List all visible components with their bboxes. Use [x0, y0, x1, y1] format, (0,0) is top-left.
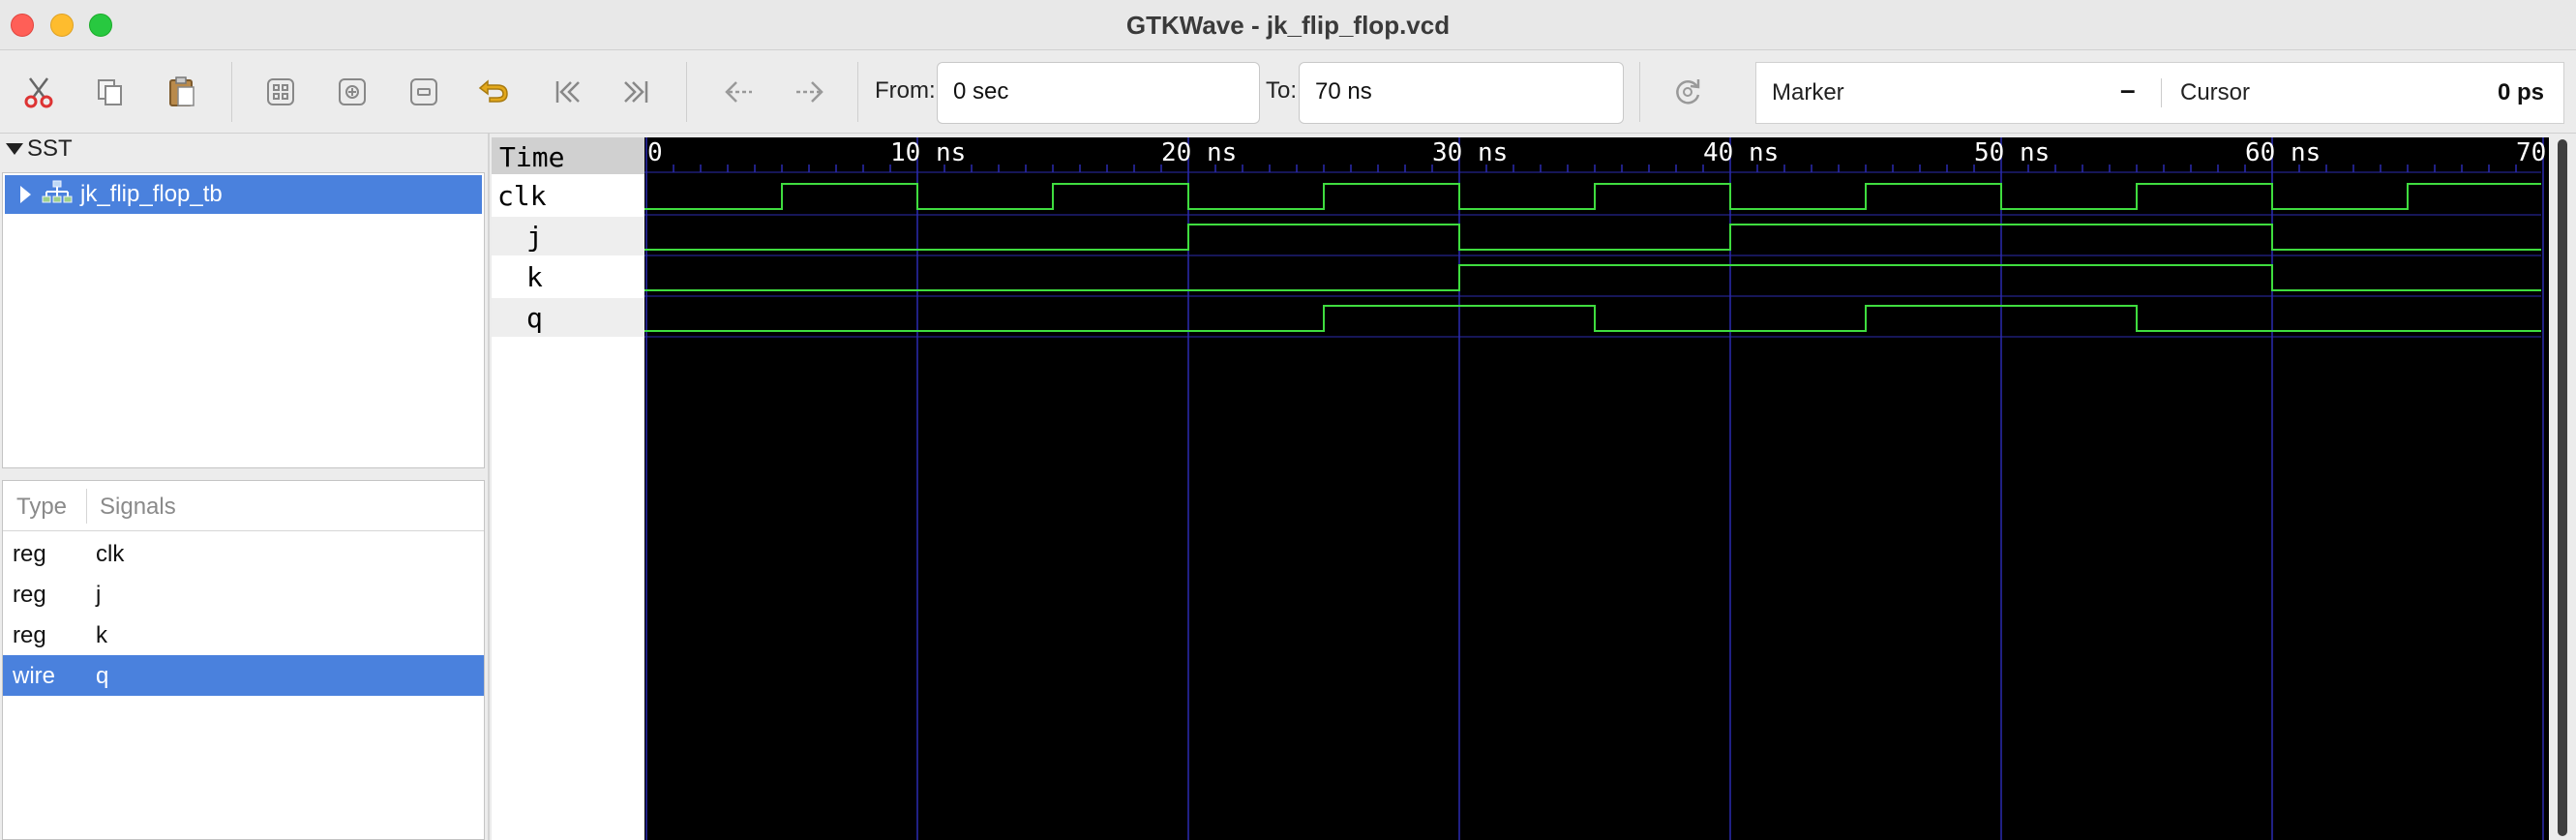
time-header-label: Time	[499, 141, 565, 173]
wave-name-label: clk	[497, 180, 547, 212]
copy-icon[interactable]	[91, 73, 130, 111]
sst-expander-icon[interactable]	[6, 143, 23, 155]
ruler-tick-label: 70	[2516, 138, 2546, 167]
marker-value: –	[2120, 75, 2136, 105]
tree-item-jk-flip-flop-tb[interactable]: jk_flip_flop_tb	[5, 175, 482, 214]
signals-list-header: Type Signals	[3, 481, 484, 531]
toolbar-separator	[1639, 62, 1640, 122]
paste-icon[interactable]	[163, 73, 201, 111]
wave-name-k[interactable]: k	[492, 257, 644, 296]
zoom-fit-icon[interactable]	[261, 73, 300, 111]
signal-row-clk[interactable]: reg clk	[3, 533, 484, 574]
signal-name: j	[96, 582, 102, 608]
wave-name-q[interactable]: q	[492, 298, 644, 337]
window-title: GTKWave - jk_flip_flop.vcd	[1125, 11, 1451, 40]
zoom-in-icon[interactable]	[333, 73, 372, 111]
ruler-tick-label: 40 ns	[1703, 138, 1779, 167]
cursor-label: Cursor	[2180, 79, 2251, 105]
zoom-out-icon[interactable]	[404, 73, 443, 111]
zoom-end-icon[interactable]	[617, 73, 656, 111]
signal-type: reg	[13, 582, 46, 608]
to-label: To:	[1266, 77, 1298, 104]
toolbar: From: 0 sec To: 70 ns Marker – Cursor 0 …	[0, 50, 2576, 134]
ruler-tick-label: 10 ns	[890, 138, 966, 167]
vertical-scrollbar[interactable]	[2549, 137, 2576, 840]
signal-type: wire	[13, 663, 56, 689]
column-divider	[86, 489, 87, 524]
sst-tree-view[interactable]: jk_flip_flop_tb	[2, 172, 485, 468]
trace-j	[644, 224, 2541, 251]
ruler-tick-label: 30 ns	[1432, 138, 1508, 167]
from-label: From:	[875, 77, 936, 104]
signal-name: q	[96, 663, 109, 689]
module-hierarchy-icon	[42, 179, 73, 213]
wave-name-clk[interactable]: clk	[492, 176, 644, 215]
cut-icon[interactable]	[19, 73, 58, 111]
vertical-scrollbar-thumb[interactable]	[2558, 139, 2567, 836]
trace-clk	[644, 183, 2541, 210]
cursor-value: 0 ps	[2497, 79, 2544, 105]
sst-header[interactable]	[0, 134, 488, 168]
signal-row-q[interactable]: wire q	[3, 655, 484, 696]
marker-label: Marker	[1772, 79, 1844, 105]
signal-name: k	[96, 622, 107, 648]
signal-row-k[interactable]: reg k	[3, 615, 484, 655]
toolbar-separator	[857, 62, 858, 122]
wave-name-j[interactable]: j	[492, 217, 644, 255]
undo-zoom-icon[interactable]	[474, 73, 513, 111]
waveform-canvas[interactable]: 0 10 ns 20 ns 30 ns 40 ns 50 ns 60 ns 70	[644, 137, 2549, 840]
title-bar: GTKWave - jk_flip_flop.vcd	[0, 0, 2576, 50]
wave-name-label: q	[526, 302, 543, 334]
from-time-input[interactable]: 0 sec	[937, 62, 1260, 124]
reload-icon[interactable]	[1668, 73, 1707, 111]
find-prev-edge-icon[interactable]	[720, 73, 759, 111]
ruler-tick-label: 0	[647, 138, 663, 167]
zoom-start-icon[interactable]	[548, 73, 586, 111]
waveform-view[interactable]: 0 10 ns 20 ns 30 ns 40 ns 50 ns 60 ns 70	[644, 137, 2549, 840]
column-header-signals[interactable]: Signals	[100, 494, 176, 521]
signals-list[interactable]: Type Signals reg clk reg j reg k wire q	[2, 480, 485, 840]
pane-splitter[interactable]	[488, 134, 490, 840]
signal-row-j[interactable]: reg j	[3, 574, 484, 615]
marker-cursor-display: Marker – Cursor 0 ps	[1755, 62, 2564, 124]
wave-name-label: k	[526, 261, 543, 293]
tree-item-label: jk_flip_flop_tb	[80, 181, 223, 207]
to-time-input[interactable]: 70 ns	[1299, 62, 1624, 124]
signal-name: clk	[96, 541, 125, 567]
time-header: Time	[492, 137, 644, 174]
ruler-tick-label: 50 ns	[1974, 138, 2050, 167]
toolbar-separator	[686, 62, 687, 122]
find-next-edge-icon[interactable]	[790, 73, 828, 111]
signal-type: reg	[13, 622, 46, 648]
column-header-type[interactable]: Type	[16, 494, 67, 521]
marker-cursor-divider	[2161, 78, 2162, 107]
signal-type: reg	[13, 541, 46, 567]
wave-signal-names[interactable]: Time clk j k q	[492, 137, 644, 840]
trace-q	[644, 305, 2541, 332]
wave-name-label: j	[526, 221, 543, 253]
tree-expand-arrow-icon[interactable]	[20, 186, 31, 203]
toolbar-separator	[231, 62, 232, 122]
ruler-tick-label: 20 ns	[1161, 138, 1237, 167]
trace-k	[644, 264, 2541, 291]
sst-title: SST	[27, 135, 73, 162]
ruler-tick-label: 60 ns	[2245, 138, 2321, 167]
